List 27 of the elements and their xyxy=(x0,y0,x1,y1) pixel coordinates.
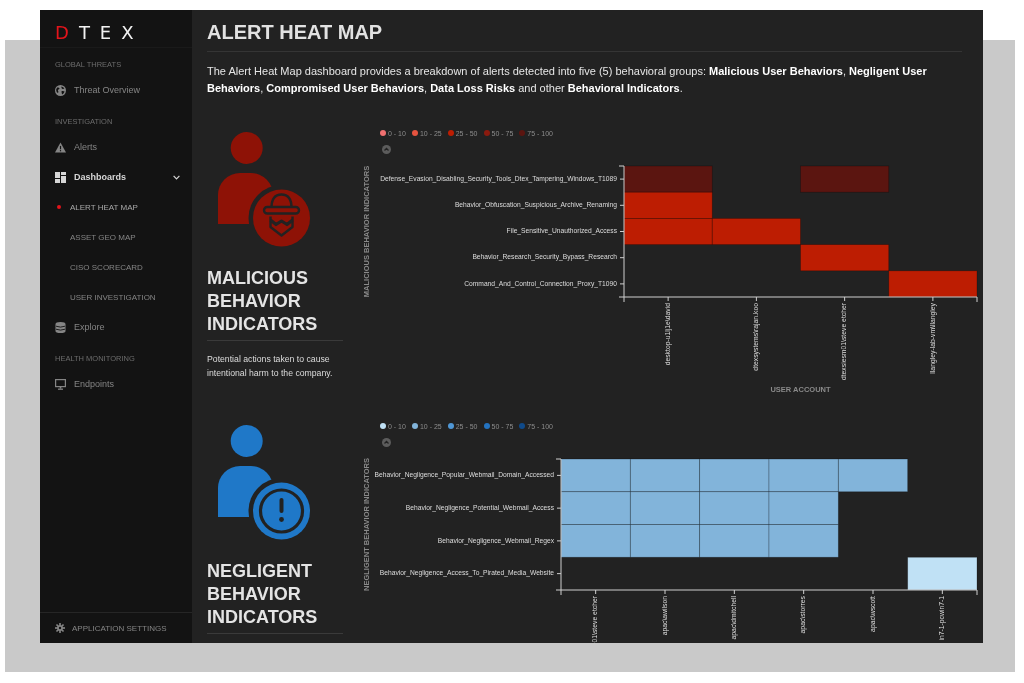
globe-icon xyxy=(55,84,66,96)
nav-subitem[interactable]: ASSET GEO MAP xyxy=(40,222,192,252)
collapse-icon[interactable] xyxy=(382,145,391,154)
nav-subitem[interactable]: USER INVESTIGATION xyxy=(40,282,192,312)
selected-dot-icon xyxy=(57,205,61,209)
monitor-icon xyxy=(55,378,66,390)
section-description: Potential actions taken to cause intentional harm to the company. xyxy=(207,353,334,380)
dashboard-icon xyxy=(55,171,66,183)
user-warning-icon xyxy=(218,425,310,540)
nav-item[interactable]: Explore xyxy=(40,312,192,342)
intro-text: The Alert Heat Map dashboard provides a breakdown of alerts detected into five (5) behavioral groups: Malicious User Behaviors, Negligent User Behaviors, Compromised User Behaviors, Data Loss Risks and other Behavioral Indicators. xyxy=(207,64,928,96)
page-title: ALERT HEAT MAP xyxy=(207,20,384,45)
collapse-icon[interactable] xyxy=(382,438,391,447)
section-title: NEGLIGENT BEHAVIOR INDICATORS xyxy=(207,560,319,629)
spy-user-icon xyxy=(218,132,310,247)
nav-subitem[interactable]: ALERT HEAT MAP xyxy=(40,192,192,222)
settings-link[interactable]: APPLICATION SETTINGS xyxy=(40,612,192,643)
nav-item[interactable]: Alerts xyxy=(40,132,192,162)
section-title: MALICIOUS BEHAVIOR INDICATORS xyxy=(207,267,319,336)
nav-item[interactable]: Endpoints xyxy=(40,369,192,399)
nav-item[interactable]: Dashboards xyxy=(40,162,192,192)
nav-item[interactable]: Threat Overview xyxy=(40,75,192,105)
gear-icon xyxy=(55,623,65,633)
warning-icon xyxy=(55,141,66,153)
database-icon xyxy=(55,321,66,333)
nav-subitem[interactable]: CISO SCORECARD xyxy=(40,252,192,282)
chevron-down-icon xyxy=(173,174,180,180)
